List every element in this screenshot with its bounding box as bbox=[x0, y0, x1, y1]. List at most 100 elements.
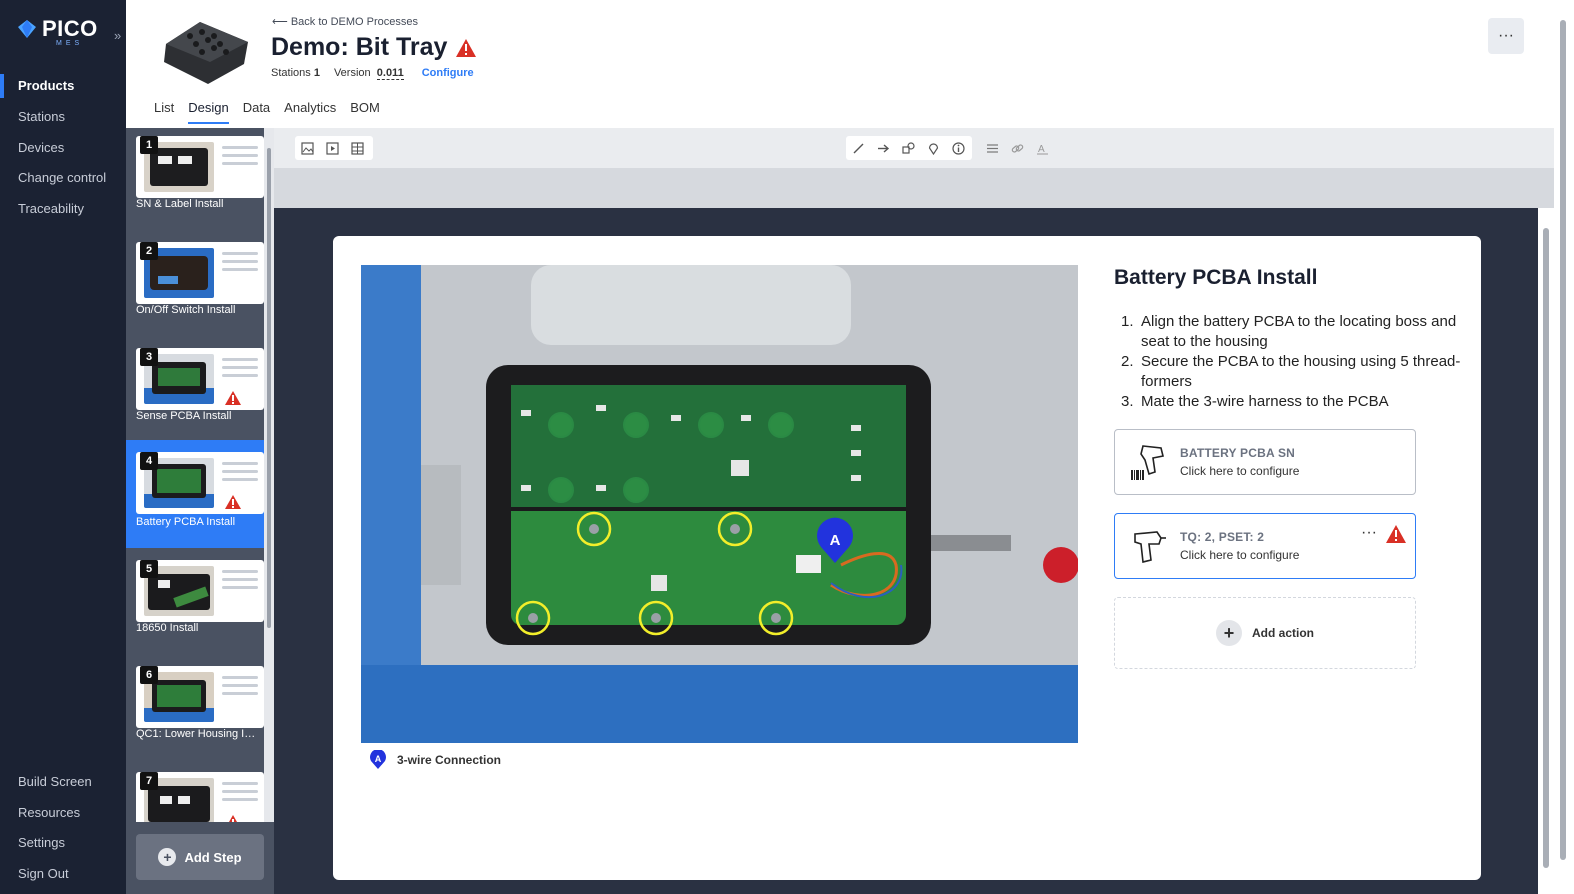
tab-bom[interactable]: BOM bbox=[350, 100, 380, 124]
tab-data[interactable]: Data bbox=[243, 100, 270, 124]
step-number: 2 bbox=[140, 242, 158, 260]
action-battery-pcba-sn[interactable]: BATTERY PCBA SN Click here to configure bbox=[1114, 429, 1416, 495]
scrollbar-thumb[interactable] bbox=[1560, 20, 1566, 860]
instruction-number: 3. bbox=[1121, 393, 1134, 410]
page-header: ⟵ Back to DEMO Processes Demo: Bit Tray … bbox=[126, 0, 1574, 128]
collapse-nav-icon[interactable]: » bbox=[114, 28, 121, 43]
version-value[interactable]: 0.011 bbox=[376, 67, 404, 80]
image-icon[interactable] bbox=[295, 136, 320, 160]
tab-design[interactable]: Design bbox=[188, 100, 229, 124]
page-title: Demo: Bit Tray bbox=[271, 33, 477, 62]
torque-driver-icon bbox=[1134, 531, 1166, 563]
add-step-label: Add Step bbox=[184, 849, 242, 865]
plus-icon: + bbox=[158, 848, 177, 866]
nav-item-products[interactable]: Products bbox=[18, 78, 74, 93]
steps-panel: 1 SN & Label Install 2 On/Off Switch Ins… bbox=[126, 128, 274, 894]
step-card-5[interactable]: 5 18650 Install bbox=[126, 552, 264, 656]
canvas-scrollbar[interactable] bbox=[1538, 208, 1554, 894]
marker-pin-icon: A bbox=[370, 750, 386, 769]
add-action-button[interactable]: + Add action bbox=[1114, 597, 1416, 669]
nav-item-traceability[interactable]: Traceability bbox=[18, 201, 84, 216]
add-action-label: Add action bbox=[1252, 626, 1314, 640]
table-icon[interactable] bbox=[345, 136, 370, 160]
text-tools: A bbox=[980, 136, 1056, 160]
tab-analytics[interactable]: Analytics bbox=[284, 100, 336, 124]
page-title-text: Demo: Bit Tray bbox=[271, 33, 448, 61]
instruction-text: Secure the PCBA to the housing using 5 t… bbox=[1141, 353, 1461, 390]
step-card: 5 bbox=[136, 560, 264, 622]
text-lines-icon bbox=[222, 462, 258, 486]
nav-item-resources[interactable]: Resources bbox=[18, 805, 80, 820]
link-icon[interactable] bbox=[1005, 136, 1030, 160]
back-link-label: Back to DEMO Processes bbox=[290, 16, 418, 28]
step-card-6[interactable]: 6 QC1: Lower Housing Ins... bbox=[126, 658, 264, 762]
nav-item-sign-out[interactable]: Sign Out bbox=[18, 866, 69, 881]
logo[interactable]: PICO MES bbox=[16, 18, 98, 47]
editor-canvas: A A 3-wire Connection Battery PCBA Insta… bbox=[274, 208, 1538, 894]
step-card-4[interactable]: 4 Battery PCBA Install bbox=[126, 440, 264, 548]
step-card-3[interactable]: 3 Sense PCBA Install bbox=[126, 340, 264, 444]
nav-item-build-screen[interactable]: Build Screen bbox=[18, 774, 92, 789]
action-subtitle: Click here to configure bbox=[1180, 464, 1300, 478]
step-card: 6 bbox=[136, 666, 264, 728]
arrow-icon[interactable] bbox=[871, 136, 896, 160]
nav-item-devices[interactable]: Devices bbox=[18, 140, 64, 155]
tab-list[interactable]: List bbox=[154, 100, 174, 124]
nav-item-stations[interactable]: Stations bbox=[18, 109, 65, 124]
step-number: 3 bbox=[140, 348, 158, 366]
stations-label: Stations bbox=[271, 67, 311, 79]
process-meta: Stations 1 Version 0.011 Configure bbox=[271, 67, 474, 80]
process-tabs: List Design Data Analytics BOM bbox=[154, 100, 380, 124]
step-card: 3 bbox=[136, 348, 264, 410]
step-photo[interactable]: A bbox=[361, 265, 1078, 743]
more-options-button[interactable]: ··· bbox=[1488, 18, 1524, 54]
plus-icon: + bbox=[1216, 620, 1242, 646]
text-lines-icon bbox=[222, 252, 258, 276]
back-link[interactable]: ⟵ Back to DEMO Processes bbox=[272, 15, 418, 28]
video-icon[interactable] bbox=[320, 136, 345, 160]
step-card-2[interactable]: 2 On/Off Switch Install bbox=[126, 234, 264, 338]
nav-item-settings[interactable]: Settings bbox=[18, 835, 65, 850]
marker-caption: A 3-wire Connection bbox=[369, 750, 501, 770]
text-color-icon[interactable]: A bbox=[1030, 136, 1055, 160]
page-scrollbar[interactable] bbox=[1556, 0, 1570, 894]
annotation-tools bbox=[846, 136, 972, 160]
action-title: BATTERY PCBA SN bbox=[1180, 446, 1296, 460]
instruction-number: 2. bbox=[1121, 353, 1134, 370]
text-lines-icon bbox=[222, 570, 258, 594]
configure-link[interactable]: Configure bbox=[422, 67, 474, 79]
scrollbar-thumb[interactable] bbox=[1543, 228, 1549, 868]
step-label: On/Off Switch Install bbox=[136, 304, 236, 316]
text-lines-icon bbox=[222, 146, 258, 170]
align-icon[interactable] bbox=[980, 136, 1005, 160]
toolbar-spacer bbox=[274, 168, 1554, 208]
editor-toolbar: A bbox=[274, 128, 1554, 168]
step-label: QC1: Lower Housing Ins... bbox=[136, 728, 260, 740]
stations-meta: Stations 1 bbox=[271, 67, 320, 79]
line-icon[interactable] bbox=[846, 136, 871, 160]
marker-icon[interactable] bbox=[921, 136, 946, 160]
stations-value: 1 bbox=[313, 67, 320, 79]
step-number: 5 bbox=[140, 560, 158, 578]
add-step-button[interactable]: + Add Step bbox=[136, 834, 264, 880]
action-more-icon[interactable]: ··· bbox=[1361, 524, 1377, 542]
media-tools bbox=[295, 136, 373, 160]
barcode-scanner-icon bbox=[1131, 445, 1164, 480]
shapes-icon[interactable] bbox=[896, 136, 921, 160]
action-title: TQ: 2, PSET: 2 bbox=[1180, 530, 1265, 544]
info-icon[interactable] bbox=[946, 136, 971, 160]
instruction-text: Align the battery PCBA to the locating b… bbox=[1141, 313, 1457, 350]
instruction-item: 2. Secure the PCBA to the housing using 5… bbox=[1121, 352, 1461, 392]
side-nav: PICO MES » Products Stations Devices Cha… bbox=[0, 0, 126, 894]
step-label: Sense PCBA Install bbox=[136, 410, 232, 422]
step-card: 2 bbox=[136, 242, 264, 304]
step-card-1[interactable]: 1 SN & Label Install bbox=[126, 128, 264, 232]
nav-active-indicator bbox=[0, 74, 4, 98]
scrollbar-thumb[interactable] bbox=[267, 148, 271, 628]
logo-sub: MES bbox=[56, 40, 84, 47]
action-torque[interactable]: TQ: 2, PSET: 2 Click here to configure ·… bbox=[1114, 513, 1416, 579]
step-label: 18650 Install bbox=[136, 622, 199, 634]
pico-diamond-icon bbox=[18, 20, 36, 38]
steps-scrollbar[interactable] bbox=[264, 128, 274, 823]
nav-item-change-control[interactable]: Change control bbox=[18, 170, 106, 185]
